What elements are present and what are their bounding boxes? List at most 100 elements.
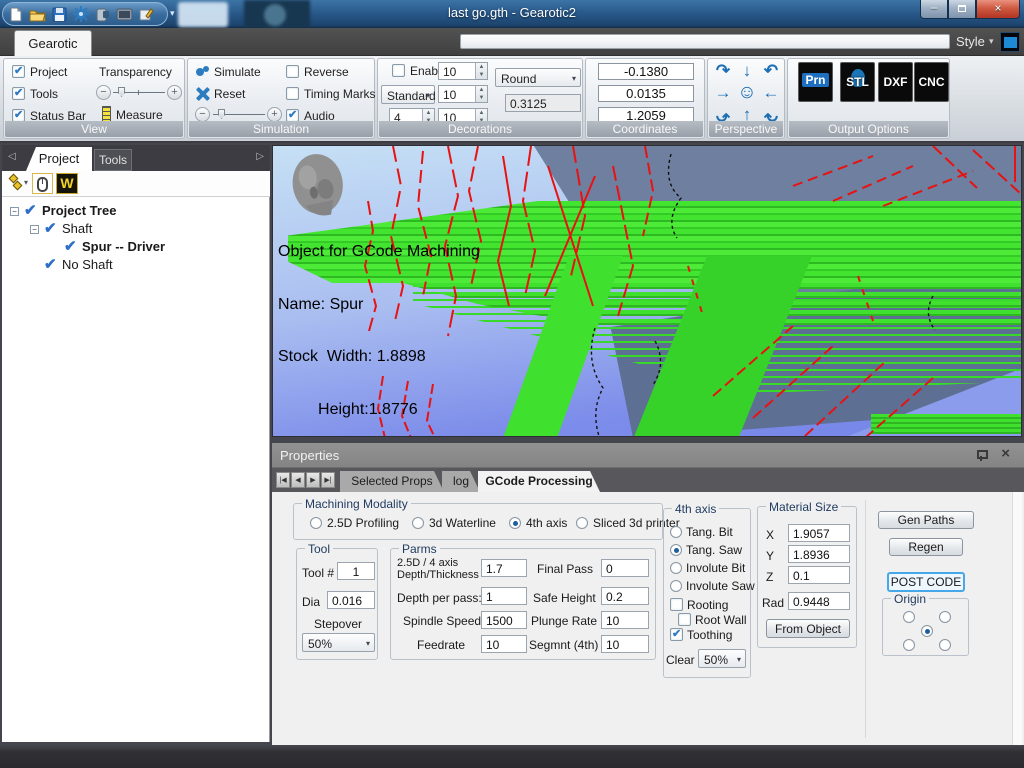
plunge-rate-field[interactable]: 10 — [601, 611, 649, 629]
rooting-checkbox[interactable] — [670, 598, 683, 611]
material-z-field[interactable]: 0.1 — [788, 566, 850, 584]
reset-button[interactable]: Reset — [214, 87, 245, 101]
depth-thickness-field[interactable]: 1.7 — [481, 559, 527, 577]
coordinate-y-field[interactable]: 0.0135 — [598, 85, 694, 102]
tab-nav-next-button[interactable]: ▶ — [306, 472, 320, 488]
spindle-speed-field[interactable]: 1500 — [481, 611, 527, 629]
tree-item-spur-driver[interactable]: Spur -- Driver — [82, 239, 165, 254]
tab-gearotic[interactable]: Gearotic — [14, 30, 92, 56]
tab-project[interactable]: Project — [26, 147, 92, 171]
radio-25d-profiling[interactable] — [310, 517, 322, 529]
final-pass-field[interactable]: 0 — [601, 559, 649, 577]
tree-item-project-tree[interactable]: Project Tree — [42, 203, 116, 218]
scrollbar-area[interactable] — [1012, 492, 1022, 745]
decorations-spin-mid[interactable]: 10▲▼ — [438, 85, 488, 103]
sim-speed-slider-thumb[interactable] — [218, 109, 225, 119]
post-code-button[interactable]: POST CODE — [887, 572, 965, 592]
viewport-3d[interactable]: Object for GCode Machining Name: Spur St… — [272, 145, 1022, 437]
close-panel-icon[interactable]: × — [1001, 445, 1010, 462]
tools-checkbox[interactable] — [12, 87, 25, 100]
tree-item-no-shaft[interactable]: No Shaft — [62, 257, 113, 272]
root-wall-checkbox[interactable] — [678, 613, 691, 626]
decorations-standard-dropdown[interactable]: Standard▾ — [381, 85, 435, 104]
transparency-slider-thumb[interactable] — [118, 87, 125, 97]
tab-selected-props[interactable]: Selected Props — [340, 471, 444, 492]
decorations-spin-top[interactable]: 10▲▼ — [438, 62, 488, 80]
gen-paths-button[interactable]: Gen Paths — [878, 511, 974, 529]
sim-speed-minus-button[interactable]: − — [195, 107, 210, 122]
regen-button[interactable]: Regen — [889, 538, 963, 556]
pan-left-icon[interactable]: ← — [759, 81, 783, 105]
radio-involute-bit[interactable] — [670, 562, 682, 574]
print-output-button[interactable]: Prn — [798, 62, 833, 102]
tab-nav-first-button[interactable]: |◀ — [276, 472, 290, 488]
radio-sliced-3d-printer[interactable] — [576, 517, 588, 529]
tab-nav-prev-button[interactable]: ◀ — [291, 472, 305, 488]
minimize-button[interactable]: – — [920, 0, 948, 19]
style-chevron-icon[interactable]: ▾ — [989, 36, 994, 47]
stepover-dropdown[interactable]: 50%▾ — [302, 633, 375, 652]
expander-icon[interactable]: − — [30, 225, 39, 234]
radio-tang-bit[interactable] — [670, 526, 682, 538]
tree-item-shaft[interactable]: Shaft — [62, 221, 92, 236]
tool-number-field[interactable]: 1 — [337, 562, 375, 580]
wireframe-button[interactable]: W — [56, 173, 78, 194]
spinner-arrows-icon[interactable]: ▲▼ — [475, 86, 487, 102]
measure-label[interactable]: Measure — [116, 108, 163, 122]
stl-output-button[interactable]: STL — [840, 62, 875, 102]
tab-log[interactable]: log — [442, 471, 480, 492]
gear-menu-button[interactable]: ▾ — [6, 173, 30, 194]
material-rad-field[interactable]: 0.9448 — [788, 592, 850, 610]
pan-down-icon[interactable]: ↓ — [735, 59, 759, 83]
segmnt-field[interactable]: 10 — [601, 635, 649, 653]
radio-4th-axis[interactable] — [509, 517, 521, 529]
maximize-button[interactable] — [948, 0, 976, 19]
sim-speed-plus-button[interactable]: + — [267, 107, 282, 122]
radio-tang-saw[interactable] — [670, 544, 682, 556]
tab-tools[interactable]: Tools — [94, 149, 132, 171]
decorations-enabled-checkbox[interactable] — [392, 64, 405, 77]
material-y-field[interactable]: 1.8936 — [788, 545, 850, 563]
mouse-mode-button[interactable] — [32, 173, 53, 194]
safe-height-field[interactable]: 0.2 — [601, 587, 649, 605]
simulate-button[interactable]: Simulate — [214, 65, 261, 79]
dxf-output-button[interactable]: DXF — [878, 62, 913, 102]
origin-bottom-left-radio[interactable] — [903, 639, 915, 651]
origin-bottom-right-radio[interactable] — [939, 639, 951, 651]
tab-scroll-left-icon[interactable]: ◁ — [8, 151, 16, 162]
timing-marks-checkbox[interactable] — [286, 87, 299, 100]
clear-dropdown[interactable]: 50%▾ — [698, 649, 746, 668]
reset-view-smiley-icon[interactable]: ☺ — [735, 81, 759, 105]
close-button[interactable]: × — [976, 0, 1020, 19]
radio-3d-waterline[interactable] — [412, 517, 424, 529]
decorations-round-dropdown[interactable]: Round▾ — [495, 68, 581, 87]
project-checkbox[interactable] — [12, 65, 25, 78]
rotate-cw-icon[interactable]: ↷ — [711, 59, 735, 83]
tab-gcode-processing[interactable]: GCode Processing — [478, 471, 600, 492]
coordinate-x-field[interactable]: -0.1380 — [598, 63, 694, 80]
pan-right-icon[interactable]: → — [711, 81, 735, 105]
quick-search-bar[interactable] — [460, 34, 950, 49]
expander-icon[interactable]: − — [10, 207, 19, 216]
toothing-checkbox[interactable] — [670, 628, 683, 641]
transparency-minus-button[interactable]: − — [96, 85, 111, 100]
tab-nav-last-button[interactable]: ▶| — [321, 472, 335, 488]
origin-center-radio[interactable] — [921, 625, 933, 637]
origin-top-right-radio[interactable] — [939, 611, 951, 623]
transparency-plus-button[interactable]: + — [167, 85, 182, 100]
style-label[interactable]: Style — [956, 34, 985, 49]
feedrate-field[interactable]: 10 — [481, 635, 527, 653]
reverse-checkbox[interactable] — [286, 65, 299, 78]
radio-involute-saw[interactable] — [670, 580, 682, 592]
tab-scroll-right-icon[interactable]: ▷ — [256, 151, 264, 162]
cnc-output-button[interactable]: CNC — [914, 62, 949, 102]
dia-field[interactable]: 0.016 — [327, 591, 375, 609]
from-object-button[interactable]: From Object — [766, 619, 850, 638]
style-theme-icon[interactable] — [1000, 32, 1020, 52]
spinner-arrows-icon[interactable]: ▲▼ — [475, 63, 487, 79]
pin-icon[interactable] — [976, 449, 986, 461]
rotate-ccw-icon[interactable]: ↶ — [759, 59, 783, 83]
depth-per-pass-field[interactable]: 1 — [481, 587, 527, 605]
origin-top-left-radio[interactable] — [903, 611, 915, 623]
material-x-field[interactable]: 1.9057 — [788, 524, 850, 542]
